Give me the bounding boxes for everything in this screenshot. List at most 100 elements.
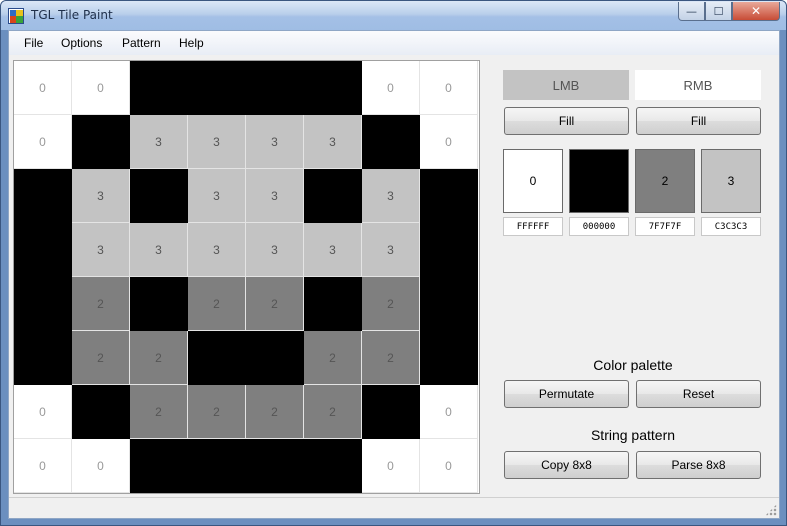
close-button[interactable]: ✕ xyxy=(732,2,780,21)
tile-cell[interactable]: 0 xyxy=(420,385,478,439)
tile-cell[interactable]: 3 xyxy=(304,115,362,169)
menu-bar: File Options Pattern Help xyxy=(9,31,779,55)
tile-cell[interactable] xyxy=(14,331,72,385)
palette-swatch-1[interactable] xyxy=(569,149,629,213)
tile-cell[interactable] xyxy=(130,277,188,331)
tile-cell[interactable] xyxy=(72,385,130,439)
tile-cell[interactable] xyxy=(304,61,362,115)
tile-cell[interactable] xyxy=(420,223,478,277)
maximize-icon: ☐ xyxy=(713,4,724,18)
tile-cell[interactable] xyxy=(14,277,72,331)
tile-cell[interactable] xyxy=(420,277,478,331)
tile-cell[interactable]: 0 xyxy=(420,115,478,169)
tile-cell[interactable]: 0 xyxy=(14,385,72,439)
tile-cell[interactable]: 3 xyxy=(72,223,130,277)
tile-cell[interactable] xyxy=(362,385,420,439)
string-pattern-label: String pattern xyxy=(590,427,676,443)
app-icon-quadrant xyxy=(16,16,23,23)
tile-cell[interactable]: 3 xyxy=(130,223,188,277)
title-bar[interactable]: TGL Tile Paint — ☐ ✕ xyxy=(1,1,786,30)
tile-cell[interactable]: 3 xyxy=(188,115,246,169)
tile-cell[interactable]: 0 xyxy=(14,439,72,493)
palette-swatch-3[interactable]: 3 xyxy=(701,149,761,213)
tile-cell[interactable]: 2 xyxy=(130,331,188,385)
palette-hex-1[interactable]: 000000 xyxy=(569,217,629,236)
tile-cell[interactable] xyxy=(304,439,362,493)
palette-swatch-2[interactable]: 2 xyxy=(635,149,695,213)
tile-cell[interactable]: 2 xyxy=(304,331,362,385)
tile-cell[interactable] xyxy=(246,331,304,385)
tile-cell[interactable]: 3 xyxy=(362,169,420,223)
tile-cell[interactable] xyxy=(188,61,246,115)
tile-cell[interactable]: 3 xyxy=(246,115,304,169)
tile-cell[interactable]: 3 xyxy=(362,223,420,277)
palette-hex-2[interactable]: 7F7F7F xyxy=(635,217,695,236)
tile-cell[interactable] xyxy=(14,169,72,223)
tile-cell[interactable]: 0 xyxy=(72,61,130,115)
tile-cell[interactable] xyxy=(188,439,246,493)
tile-cell[interactable]: 3 xyxy=(130,115,188,169)
resize-grip-icon[interactable] xyxy=(765,504,777,516)
tile-cell[interactable] xyxy=(130,169,188,223)
tile-cell[interactable] xyxy=(246,61,304,115)
maximize-button[interactable]: ☐ xyxy=(705,2,732,21)
minimize-icon: — xyxy=(686,4,697,18)
tile-cell[interactable]: 2 xyxy=(72,277,130,331)
lmb-fill-button[interactable]: Fill xyxy=(504,107,629,135)
tile-cell[interactable]: 2 xyxy=(72,331,130,385)
menu-file[interactable]: File xyxy=(24,36,43,50)
menu-pattern[interactable]: Pattern xyxy=(122,36,161,50)
reset-button[interactable]: Reset xyxy=(636,380,761,408)
close-icon: ✕ xyxy=(750,4,762,18)
tile-cell[interactable] xyxy=(14,223,72,277)
menu-options[interactable]: Options xyxy=(61,36,102,50)
menu-help[interactable]: Help xyxy=(179,36,204,50)
tile-cell[interactable]: 2 xyxy=(246,277,304,331)
tile-cell[interactable] xyxy=(130,61,188,115)
tile-cell[interactable]: 2 xyxy=(362,277,420,331)
tile-cell[interactable]: 0 xyxy=(362,439,420,493)
tile-cell[interactable]: 3 xyxy=(188,223,246,277)
tile-cell[interactable]: 2 xyxy=(188,385,246,439)
tile-canvas[interactable]: 00000333303333333333222222220222200000 xyxy=(13,60,480,494)
tile-cell[interactable] xyxy=(188,331,246,385)
copy-8x8-button[interactable]: Copy 8x8 xyxy=(504,451,629,479)
lmb-color-indicator[interactable]: LMB xyxy=(503,70,629,100)
tile-cell[interactable]: 3 xyxy=(72,169,130,223)
tile-cell[interactable]: 0 xyxy=(420,439,478,493)
tile-cell[interactable]: 3 xyxy=(304,223,362,277)
tile-cell[interactable] xyxy=(304,277,362,331)
palette-hex-3[interactable]: C3C3C3 xyxy=(701,217,761,236)
tile-cell[interactable] xyxy=(72,115,130,169)
minimize-button[interactable]: — xyxy=(678,2,705,21)
tile-cell[interactable]: 2 xyxy=(130,385,188,439)
tile-cell[interactable] xyxy=(304,169,362,223)
tile-cell[interactable]: 2 xyxy=(246,385,304,439)
tile-cell[interactable]: 3 xyxy=(246,223,304,277)
color-palette-label: Color palette xyxy=(593,357,673,373)
app-window: TGL Tile Paint — ☐ ✕ File Options Patter… xyxy=(0,0,787,526)
tile-cell[interactable] xyxy=(420,331,478,385)
rmb-color-indicator[interactable]: RMB xyxy=(635,70,761,100)
tile-cell[interactable]: 2 xyxy=(188,277,246,331)
window-title: TGL Tile Paint xyxy=(31,8,113,22)
tile-cell[interactable]: 3 xyxy=(188,169,246,223)
tile-cell[interactable]: 0 xyxy=(72,439,130,493)
rmb-fill-button[interactable]: Fill xyxy=(636,107,761,135)
tile-cell[interactable]: 3 xyxy=(246,169,304,223)
tile-cell[interactable]: 2 xyxy=(304,385,362,439)
tile-cell[interactable]: 2 xyxy=(362,331,420,385)
tile-cell[interactable]: 0 xyxy=(14,61,72,115)
permutate-button[interactable]: Permutate xyxy=(504,380,629,408)
tile-cell[interactable] xyxy=(130,439,188,493)
tile-cell[interactable]: 0 xyxy=(420,61,478,115)
tile-cell[interactable] xyxy=(246,439,304,493)
app-icon[interactable] xyxy=(8,8,24,24)
palette-hex-0[interactable]: FFFFFF xyxy=(503,217,563,236)
tile-cell[interactable]: 0 xyxy=(14,115,72,169)
tile-cell[interactable]: 0 xyxy=(362,61,420,115)
tile-cell[interactable] xyxy=(420,169,478,223)
tile-cell[interactable] xyxy=(362,115,420,169)
parse-8x8-button[interactable]: Parse 8x8 xyxy=(636,451,761,479)
palette-swatch-0[interactable]: 0 xyxy=(503,149,563,213)
